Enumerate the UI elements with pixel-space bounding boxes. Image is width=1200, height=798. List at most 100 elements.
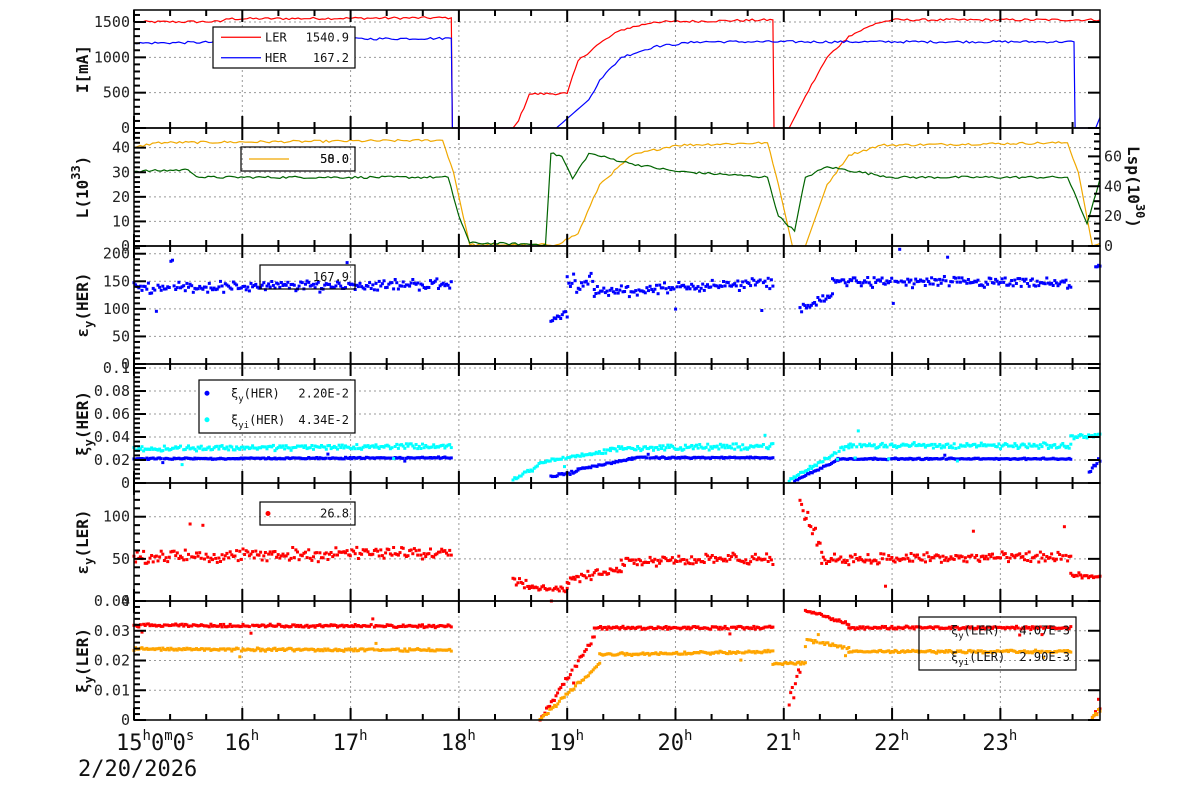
data-point — [268, 285, 272, 289]
data-point — [326, 452, 330, 456]
data-point — [336, 447, 339, 451]
data-point — [853, 553, 857, 557]
data-point — [243, 284, 247, 288]
data-point — [752, 624, 756, 628]
data-point — [890, 556, 894, 559]
data-point — [1003, 276, 1007, 280]
data-point — [839, 555, 843, 559]
data-point — [385, 285, 389, 289]
x-tick-unit: h — [1009, 728, 1017, 744]
data-point — [581, 653, 585, 657]
data-point — [576, 659, 580, 663]
data-point — [685, 558, 689, 562]
data-point — [939, 560, 943, 564]
data-point — [992, 281, 996, 285]
data-point — [706, 554, 709, 558]
data-point — [635, 293, 639, 297]
data-point — [753, 552, 757, 556]
data-point — [521, 582, 525, 585]
data-point — [941, 456, 945, 460]
data-point — [336, 553, 339, 557]
data-point — [631, 558, 634, 562]
data-point — [800, 310, 804, 314]
x-tick-unit: s — [186, 728, 194, 744]
data-point — [613, 291, 617, 295]
data-point — [648, 284, 652, 288]
data-point — [392, 457, 396, 461]
data-point — [416, 553, 420, 557]
y-tick-label: 0.03 — [94, 622, 130, 640]
y-tick-label: 50 — [112, 327, 130, 345]
data-point — [626, 285, 630, 288]
data-point — [820, 561, 824, 565]
data-point — [422, 552, 426, 556]
data-point — [429, 279, 432, 283]
data-point — [241, 547, 245, 551]
data-point — [604, 451, 608, 455]
data-point — [847, 623, 851, 627]
data-point — [297, 284, 301, 288]
x-tick-value: 0 — [151, 731, 164, 756]
data-point — [619, 558, 623, 562]
data-point — [151, 560, 155, 564]
data-point — [379, 548, 383, 552]
data-point — [567, 676, 571, 680]
data-point — [584, 576, 588, 580]
data-point — [148, 556, 152, 560]
data-point — [663, 281, 666, 285]
data-point — [586, 674, 590, 678]
data-point — [230, 287, 234, 291]
data-point — [844, 654, 847, 658]
data-point — [821, 294, 825, 298]
data-point — [159, 457, 163, 461]
data-point — [246, 285, 250, 289]
data-point — [850, 279, 854, 283]
data-point — [941, 278, 945, 282]
data-point — [938, 443, 942, 446]
data-point — [334, 284, 338, 288]
data-point — [1018, 277, 1022, 281]
data-point — [880, 557, 884, 561]
data-point — [635, 563, 639, 567]
data-point — [252, 556, 256, 560]
data-point — [906, 277, 910, 281]
data-point — [263, 551, 267, 554]
data-point — [887, 457, 891, 461]
data-point — [763, 279, 767, 283]
data-point — [856, 558, 860, 562]
legend-value: 2.90E-3 — [1019, 650, 1070, 664]
data-point — [930, 276, 934, 280]
data-point — [145, 287, 149, 291]
data-point — [562, 695, 566, 699]
data-point — [416, 281, 420, 285]
data-point — [856, 429, 860, 433]
data-point — [1066, 559, 1070, 563]
data-point — [816, 633, 820, 637]
data-point — [931, 282, 935, 286]
data-point — [600, 289, 604, 293]
data-point — [348, 554, 352, 558]
right-y-axis-label: Lsp(1030) — [1124, 146, 1147, 228]
data-point — [159, 549, 163, 553]
data-point — [161, 461, 165, 465]
data-point — [763, 433, 767, 437]
data-point — [371, 283, 375, 287]
data-point — [154, 554, 158, 558]
legend-dot-swatch — [265, 511, 271, 516]
legend-name-rest: (LER) — [964, 623, 1000, 637]
data-point — [1062, 525, 1066, 529]
data-point — [175, 551, 179, 555]
data-point — [615, 288, 619, 292]
data-point — [276, 553, 280, 557]
data-point — [771, 456, 775, 460]
data-point — [922, 442, 926, 446]
data-point — [906, 556, 910, 560]
data-point — [741, 443, 745, 447]
y-tick-label: 0.02 — [94, 451, 130, 469]
data-point — [406, 554, 410, 558]
data-point — [586, 569, 590, 573]
data-point — [911, 559, 915, 563]
x-tick-value: 23 — [982, 731, 1009, 756]
data-point — [706, 283, 709, 287]
data-point — [199, 444, 203, 448]
